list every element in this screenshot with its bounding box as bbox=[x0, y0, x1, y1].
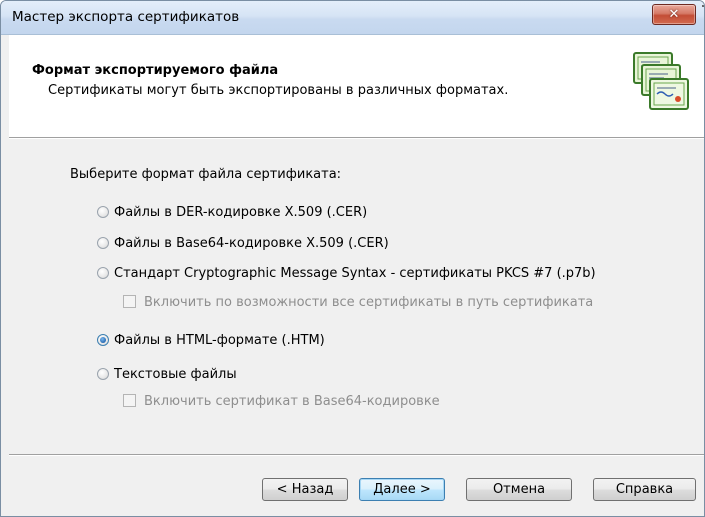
format-prompt: Выберите формат файла сертификата: bbox=[70, 167, 342, 182]
close-icon: ✕ bbox=[668, 7, 680, 22]
wizard-header: Формат экспортируемого файла Сертификаты… bbox=[9, 35, 704, 137]
back-button[interactable]: < Назад bbox=[262, 478, 348, 501]
wizard-window: Мастер экспорта сертификатов ✕ Формат эк… bbox=[0, 0, 705, 517]
radio-label[interactable]: Текстовые файлы bbox=[114, 366, 237, 383]
window-corner-mark bbox=[702, 5, 704, 7]
checkbox-label: Включить сертификат в Base64-кодировке bbox=[144, 394, 440, 409]
next-button[interactable]: Далее > bbox=[359, 478, 445, 501]
checkbox-label: Включить по возможности все сертификаты … bbox=[144, 295, 594, 310]
radio-label[interactable]: Файлы в HTML-формате (.HTM) bbox=[114, 332, 325, 349]
checkbox bbox=[123, 394, 136, 407]
close-button[interactable]: ✕ bbox=[652, 4, 696, 25]
radio-button[interactable] bbox=[97, 237, 109, 249]
help-button[interactable]: Справка bbox=[593, 478, 696, 501]
format-options-panel: Выберите формат файла сертификата: Файлы… bbox=[9, 139, 704, 453]
title-bar[interactable]: Мастер экспорта сертификатов ✕ bbox=[1, 1, 704, 35]
radio-label[interactable]: Файлы в Base64-кодировке X.509 (.CER) bbox=[114, 235, 389, 252]
certificates-icon bbox=[633, 52, 689, 110]
radio-button[interactable] bbox=[97, 368, 109, 380]
footer-divider bbox=[9, 454, 704, 456]
header-subtitle: Сертификаты могут быть экспортированы в … bbox=[48, 83, 509, 98]
radio-button-selected[interactable] bbox=[97, 334, 109, 346]
header-title: Формат экспортируемого файла bbox=[32, 63, 279, 78]
radio-label[interactable]: Стандарт Cryptographic Message Syntax - … bbox=[114, 265, 596, 282]
radio-label[interactable]: Файлы в DER-кодировке X.509 (.CER) bbox=[114, 204, 367, 221]
radio-button[interactable] bbox=[97, 206, 109, 218]
radio-button[interactable] bbox=[97, 267, 109, 279]
checkbox bbox=[123, 295, 136, 308]
window-title: Мастер экспорта сертификатов bbox=[12, 9, 240, 25]
cancel-button[interactable]: Отмена bbox=[466, 478, 572, 501]
